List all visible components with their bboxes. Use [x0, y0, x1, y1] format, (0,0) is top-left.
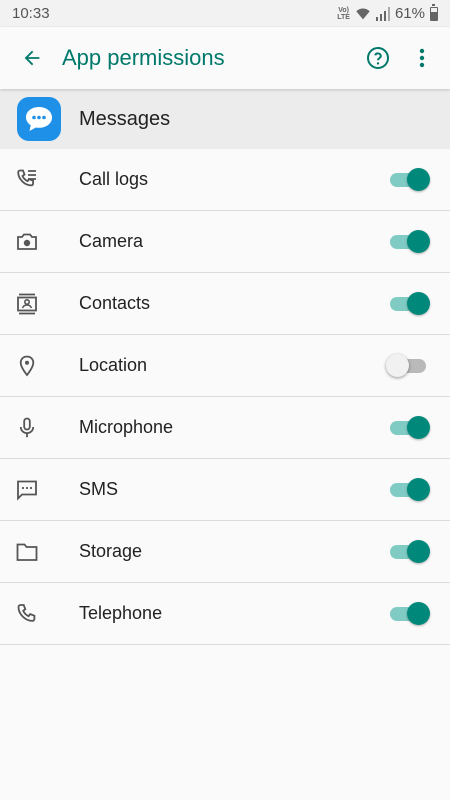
permission-label: SMS: [79, 479, 119, 499]
contacts-icon: [17, 293, 37, 314]
permission-toggle[interactable]: [386, 600, 430, 628]
volte-icon: Vo) LTE: [337, 6, 350, 21]
permission-toggle[interactable]: [386, 352, 430, 380]
signal-icon: [375, 6, 390, 21]
permission-row-call-logs[interactable]: Call logs: [0, 149, 450, 211]
permission-toggle[interactable]: [386, 228, 430, 256]
permission-toggle[interactable]: [386, 290, 430, 318]
permission-label: Contacts: [79, 293, 151, 313]
permission-label: Telephone: [79, 603, 163, 623]
permission-list: Call logs Camera Contacts Location Micro…: [0, 149, 450, 645]
more-vert-icon: [419, 48, 425, 68]
permission-label: Microphone: [79, 417, 174, 437]
help-icon: [367, 47, 389, 69]
permission-row-camera[interactable]: Camera: [0, 211, 450, 273]
permission-row-sms[interactable]: SMS: [0, 459, 450, 521]
permission-row-microphone[interactable]: Microphone: [0, 397, 450, 459]
back-button[interactable]: [16, 42, 48, 74]
messages-app-icon: [17, 97, 61, 141]
phone-icon: [17, 603, 36, 622]
sms-icon: [17, 480, 37, 501]
microphone-icon: [19, 417, 35, 437]
app-header: Messages: [0, 89, 450, 149]
arrow-back-icon: [24, 50, 40, 66]
permission-label: Camera: [79, 231, 144, 251]
permission-label: Storage: [79, 541, 143, 561]
permission-label: Call logs: [79, 169, 149, 189]
page-title: App permissions: [62, 45, 225, 70]
app-bar: App permissions: [0, 27, 450, 89]
battery-percent: 61%: [394, 5, 425, 22]
help-button[interactable]: [360, 40, 396, 76]
app-name: Messages: [79, 107, 171, 130]
permission-row-location[interactable]: Location: [0, 335, 450, 397]
permission-row-contacts[interactable]: Contacts: [0, 273, 450, 335]
permission-toggle[interactable]: [386, 414, 430, 442]
battery-icon: [430, 3, 438, 21]
camera-icon: [17, 233, 37, 250]
status-time: 10:33: [12, 5, 50, 22]
permission-toggle[interactable]: [386, 166, 430, 194]
permission-toggle[interactable]: [386, 538, 430, 566]
permission-toggle[interactable]: [386, 476, 430, 504]
wifi-icon: [356, 8, 370, 19]
permission-label: Location: [79, 355, 148, 375]
permission-row-telephone[interactable]: Telephone: [0, 583, 450, 645]
permission-row-storage[interactable]: Storage: [0, 521, 450, 583]
call-log-icon: [17, 169, 36, 186]
status-bar: 10:33 Vo) LTE 61%: [0, 0, 450, 27]
status-icons: Vo) LTE 61%: [337, 3, 438, 22]
more-options-button[interactable]: [404, 40, 440, 76]
folder-icon: [16, 543, 38, 561]
location-icon: [19, 355, 35, 376]
